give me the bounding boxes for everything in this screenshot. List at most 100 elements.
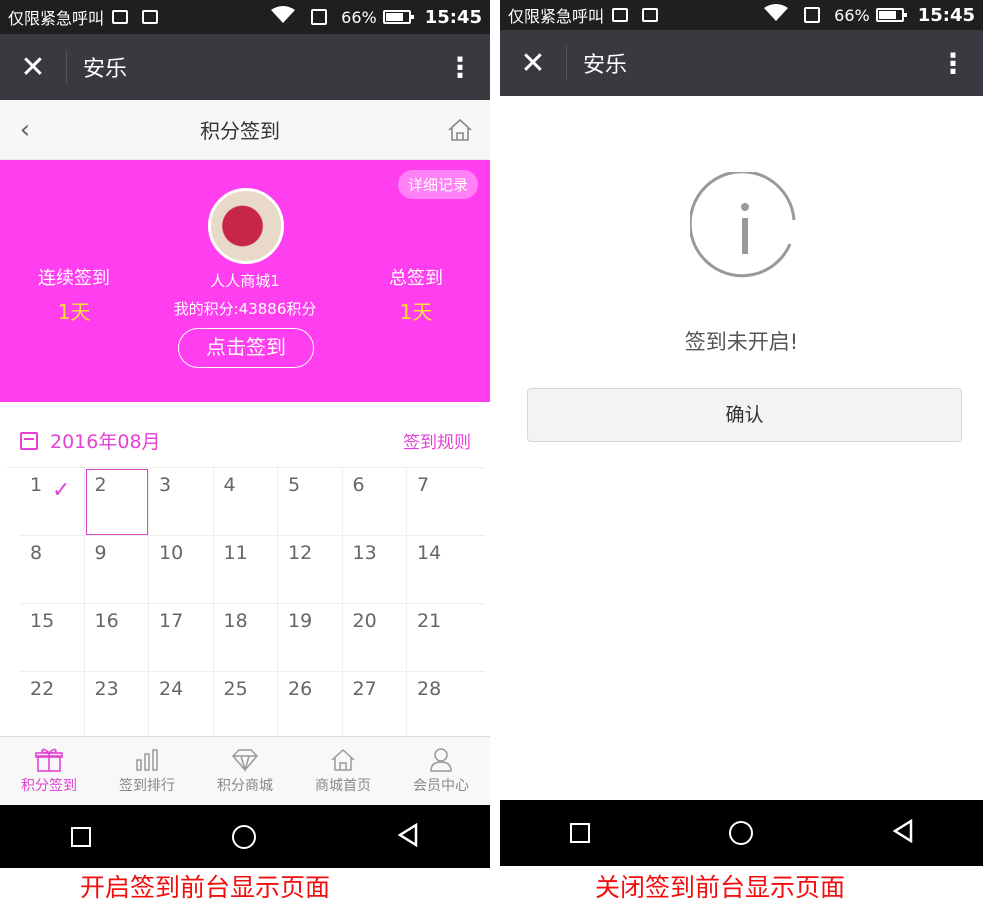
calendar-day-number: 25 — [223, 678, 248, 700]
wechat-title-bar: ✕ 安乐 ⋮ — [500, 30, 983, 96]
calendar-day[interactable]: 25 — [214, 672, 278, 740]
calendar-week-row: 1 ✓ 2 3 4 5 6 7 — [20, 468, 485, 536]
more-vertical-icon[interactable]: ⋮ — [923, 47, 983, 80]
calendar-day-number: 8 — [30, 542, 43, 564]
calendar-day[interactable]: 19 — [278, 604, 343, 672]
bar-chart-icon — [98, 745, 196, 775]
tab-label: 积分签到 — [21, 778, 77, 794]
tab-label: 积分商城 — [217, 778, 273, 794]
calendar-day[interactable]: 20 — [343, 604, 407, 672]
calendar-day[interactable]: 12 — [278, 536, 343, 604]
sim-notification-icon — [642, 8, 659, 22]
calendar: 2016年08月 签到规则 1 ✓ 2 3 4 5 6 7 8 9 10 11 12 13 14 15 16 17… — [6, 414, 485, 744]
calendar-day[interactable]: 4 — [214, 468, 278, 536]
tab-bar-chart[interactable]: 签到排行 — [98, 737, 196, 805]
calendar-day[interactable]: 8 — [20, 536, 85, 604]
calendar-day-number: 28 — [417, 678, 442, 700]
calendar-day-number: 2 — [94, 474, 107, 496]
calendar-day-number: 9 — [94, 542, 107, 564]
calendar-day[interactable]: 16 — [85, 604, 149, 672]
carrier-text: 仅限紧急呼叫 — [8, 9, 105, 28]
consecutive-sign-stat: 连续签到 1天 — [4, 264, 144, 325]
calendar-day[interactable]: 24 — [149, 672, 214, 740]
sign-in-banner: 详细记录 连续签到 1天 人人商城1 我的积分:43886积分 总签到 1天 点… — [0, 160, 490, 402]
calendar-day-number: 21 — [417, 610, 442, 632]
detail-record-button[interactable]: 详细记录 — [397, 170, 478, 199]
calendar-day[interactable]: 27 — [343, 672, 407, 740]
calendar-day[interactable]: 2 — [85, 468, 149, 536]
points-text: 我的积分:43886积分 — [173, 300, 317, 318]
tab-label: 签到排行 — [119, 778, 175, 794]
calendar-day[interactable]: 28 — [407, 672, 472, 740]
android-nav-bar — [0, 805, 490, 868]
calendar-day[interactable]: 11 — [214, 536, 278, 604]
calendar-day[interactable]: 6 — [343, 468, 407, 536]
back-chevron-icon[interactable]: ‹ — [0, 115, 50, 145]
home-icon — [294, 745, 392, 775]
calendar-day[interactable]: 21 — [407, 604, 472, 672]
calendar-day[interactable]: 5 — [278, 468, 343, 536]
calendar-day[interactable]: 23 — [85, 672, 149, 740]
total-value: 1天 — [399, 300, 433, 324]
tab-gift[interactable]: 积分签到 — [0, 737, 98, 805]
calendar-day[interactable]: 7 — [407, 468, 472, 536]
calendar-day-number: 13 — [352, 542, 377, 564]
calendar-day-number: 26 — [288, 678, 313, 700]
calendar-day-number: 6 — [352, 474, 365, 496]
calendar-day[interactable]: 9 — [85, 536, 149, 604]
left-caption: 开启签到前台显示页面 — [79, 873, 330, 902]
calendar-day-number: 22 — [30, 678, 55, 700]
recents-icon[interactable] — [70, 826, 91, 847]
sign-in-button[interactable]: 点击签到 — [178, 328, 314, 368]
calendar-day[interactable]: 3 — [149, 468, 214, 536]
calendar-day-number: 1 — [30, 474, 43, 496]
home-nav-icon[interactable] — [231, 824, 256, 849]
page-header: ‹ 积分签到 — [0, 100, 490, 160]
close-icon[interactable]: ✕ — [0, 50, 66, 85]
tab-home[interactable]: 商城首页 — [294, 737, 392, 805]
consecutive-label: 连续签到 — [38, 268, 110, 289]
gift-icon — [0, 745, 98, 775]
tab-user[interactable]: 会员中心 — [392, 737, 490, 805]
sign-rules-link[interactable]: 签到规则 — [403, 428, 471, 453]
right-phone-screen: 仅限紧急呼叫 66% 15:45 ✕ 安乐 ⋮ 签到未开启! 确认 — [500, 0, 983, 866]
calendar-day[interactable]: 1 ✓ — [20, 468, 85, 536]
calendar-day-number: 14 — [417, 542, 442, 564]
calendar-day-number: 27 — [352, 678, 377, 700]
back-nav-icon[interactable] — [397, 822, 419, 851]
calendar-day-number: 11 — [223, 542, 248, 564]
calendar-header: 2016年08月 签到规则 — [6, 414, 485, 468]
right-caption: 关闭签到前台显示页面 — [594, 873, 845, 902]
status-bar: 仅限紧急呼叫 66% 15:45 — [500, 0, 983, 30]
more-vertical-icon[interactable]: ⋮ — [430, 51, 490, 84]
close-icon[interactable]: ✕ — [500, 46, 566, 81]
calendar-day[interactable]: 26 — [278, 672, 343, 740]
recents-icon[interactable] — [569, 823, 590, 843]
page-title: 积分签到 — [200, 119, 280, 143]
calendar-day[interactable]: 17 — [149, 604, 214, 672]
calendar-day[interactable]: 15 — [20, 604, 85, 672]
calendar-day[interactable]: 18 — [214, 604, 278, 672]
image-notification-icon — [112, 10, 129, 24]
back-nav-icon[interactable] — [892, 818, 914, 847]
calendar-day[interactable]: 14 — [407, 536, 472, 604]
home-nav-icon[interactable] — [728, 821, 753, 845]
calendar-day[interactable]: 22 — [20, 672, 85, 740]
calendar-day[interactable]: 10 — [149, 536, 214, 604]
avatar — [208, 188, 284, 264]
calendar-grid: 1 ✓ 2 3 4 5 6 7 8 9 10 11 12 13 14 15 16 17 18 19 20 21 22 23 24… — [20, 468, 485, 740]
home-icon[interactable] — [430, 118, 490, 142]
battery-percent: 66% — [341, 7, 377, 27]
tab-diamond[interactable]: 积分商城 — [196, 737, 294, 805]
status-time: 15:45 — [917, 4, 975, 26]
battery-icon — [875, 8, 907, 22]
left-phone-screen: 仅限紧急呼叫 66% 15:45 ✕ 安乐 ⋮ ‹ 积分签到 详细记录 连续签到… — [0, 0, 490, 868]
calendar-day-number: 18 — [223, 610, 248, 632]
calendar-day-number: 10 — [159, 542, 184, 564]
confirm-button[interactable]: 确认 — [527, 388, 962, 442]
calendar-day-number: 12 — [288, 542, 313, 564]
calendar-day[interactable]: 13 — [343, 536, 407, 604]
wechat-title: 安乐 — [83, 57, 128, 82]
calendar-day-number: 4 — [223, 474, 236, 496]
calendar-day-number: 5 — [288, 474, 301, 496]
